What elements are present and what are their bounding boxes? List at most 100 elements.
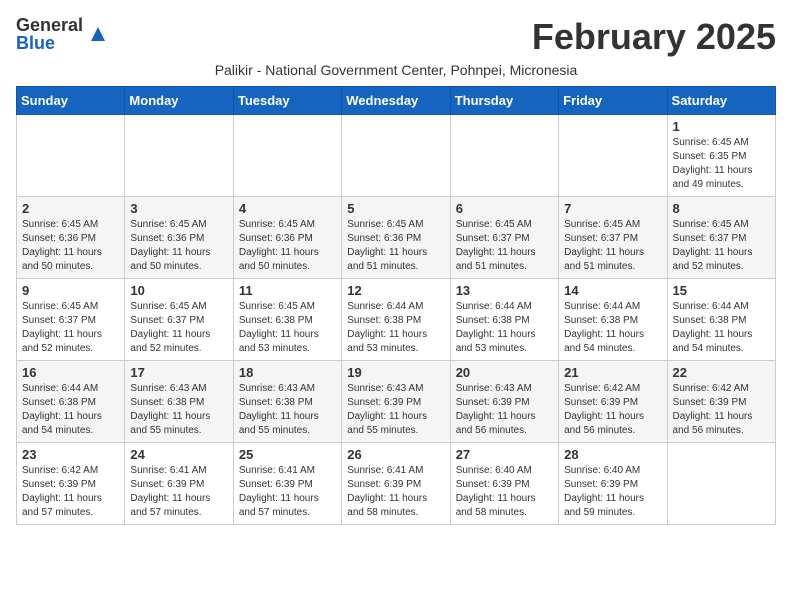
page-header: General Blue February 2025 [16,16,776,58]
calendar-cell [233,115,341,197]
calendar-cell: 21 Sunrise: 6:42 AM Sunset: 6:39 PM Dayli… [559,361,667,443]
day-number: 16 [22,365,119,380]
calendar-cell: 8 Sunrise: 6:45 AM Sunset: 6:37 PM Daylig… [667,197,775,279]
day-number: 15 [673,283,770,298]
day-info: Sunrise: 6:45 AM Sunset: 6:36 PM Dayligh… [22,218,119,274]
calendar-cell: 16 Sunrise: 6:44 AM Sunset: 6:38 PM Dayli… [17,361,125,443]
calendar-cell: 15 Sunrise: 6:44 AM Sunset: 6:38 PM Dayli… [667,279,775,361]
calendar-header-row: SundayMondayTuesdayWednesdayThursdayFrid… [17,87,776,115]
calendar-cell: 12Sunrise: 6:44 AM Sunset: 6:38 PM Dayli… [342,279,450,361]
calendar-cell [125,115,233,197]
day-number: 22 [673,365,770,380]
day-info: Sunrise: 6:45 AM Sunset: 6:36 PM Dayligh… [347,218,444,274]
day-number: 27 [456,447,553,462]
day-info: Sunrise: 6:45 AM Sunset: 6:36 PM Dayligh… [130,218,227,274]
day-info: Sunrise: 6:43 AM Sunset: 6:39 PM Dayligh… [347,382,444,438]
day-number: 8 [673,201,770,216]
calendar-cell: 19 Sunrise: 6:43 AM Sunset: 6:39 PM Dayli… [342,361,450,443]
calendar-cell [559,115,667,197]
day-number: 5 [347,201,444,216]
calendar-cell: 18Sunrise: 6:43 AM Sunset: 6:38 PM Dayli… [233,361,341,443]
day-number: 11 [239,283,336,298]
day-number: 24 [130,447,227,462]
day-number: 18 [239,365,336,380]
weekday-header-wednesday: Wednesday [342,87,450,115]
day-number: 17 [130,365,227,380]
calendar-cell: 4 Sunrise: 6:45 AM Sunset: 6:36 PM Daylig… [233,197,341,279]
day-info: Sunrise: 6:45 AM Sunset: 6:37 PM Dayligh… [456,218,553,274]
day-number: 19 [347,365,444,380]
day-info: Sunrise: 6:41 AM Sunset: 6:39 PM Dayligh… [239,464,336,520]
day-number: 7 [564,201,661,216]
weekday-header-monday: Monday [125,87,233,115]
calendar-cell: 13Sunrise: 6:44 AM Sunset: 6:38 PM Dayli… [450,279,558,361]
day-number: 4 [239,201,336,216]
day-info: Sunrise: 6:45 AM Sunset: 6:35 PM Dayligh… [673,136,770,192]
day-info: Sunrise: 6:45 AM Sunset: 6:36 PM Dayligh… [239,218,336,274]
calendar-week-row: 16 Sunrise: 6:44 AM Sunset: 6:38 PM Dayli… [17,361,776,443]
calendar-cell: 17 Sunrise: 6:43 AM Sunset: 6:38 PM Dayli… [125,361,233,443]
day-info: Sunrise: 6:45 AM Sunset: 6:37 PM Dayligh… [130,300,227,356]
day-info: Sunrise: 6:44 AM Sunset: 6:38 PM Dayligh… [456,300,553,356]
day-number: 1 [673,119,770,134]
day-number: 25 [239,447,336,462]
logo: General Blue [16,16,109,52]
calendar-cell: 23 Sunrise: 6:42 AM Sunset: 6:39 PM Dayli… [17,443,125,525]
calendar-cell: 3 Sunrise: 6:45 AM Sunset: 6:36 PM Daylig… [125,197,233,279]
logo-icon [87,23,109,45]
calendar-cell: 11Sunrise: 6:45 AM Sunset: 6:38 PM Dayli… [233,279,341,361]
calendar-cell: 28Sunrise: 6:40 AM Sunset: 6:39 PM Dayli… [559,443,667,525]
calendar-cell [17,115,125,197]
calendar-cell: 5 Sunrise: 6:45 AM Sunset: 6:36 PM Daylig… [342,197,450,279]
weekday-header-sunday: Sunday [17,87,125,115]
calendar-cell: 9 Sunrise: 6:45 AM Sunset: 6:37 PM Daylig… [17,279,125,361]
day-info: Sunrise: 6:41 AM Sunset: 6:39 PM Dayligh… [347,464,444,520]
day-number: 10 [130,283,227,298]
day-info: Sunrise: 6:45 AM Sunset: 6:37 PM Dayligh… [22,300,119,356]
calendar-cell: 20 Sunrise: 6:43 AM Sunset: 6:39 PM Dayli… [450,361,558,443]
day-number: 3 [130,201,227,216]
calendar-cell: 1 Sunrise: 6:45 AM Sunset: 6:35 PM Daylig… [667,115,775,197]
calendar-cell: 7Sunrise: 6:45 AM Sunset: 6:37 PM Daylig… [559,197,667,279]
calendar-week-row: 2 Sunrise: 6:45 AM Sunset: 6:36 PM Daylig… [17,197,776,279]
day-number: 12 [347,283,444,298]
day-number: 6 [456,201,553,216]
weekday-header-friday: Friday [559,87,667,115]
month-title: February 2025 [532,16,776,58]
calendar-cell [342,115,450,197]
calendar-cell: 6 Sunrise: 6:45 AM Sunset: 6:37 PM Daylig… [450,197,558,279]
logo-text: General Blue [16,16,83,52]
day-number: 2 [22,201,119,216]
day-number: 23 [22,447,119,462]
day-info: Sunrise: 6:40 AM Sunset: 6:39 PM Dayligh… [456,464,553,520]
day-info: Sunrise: 6:43 AM Sunset: 6:38 PM Dayligh… [130,382,227,438]
calendar-table: SundayMondayTuesdayWednesdayThursdayFrid… [16,86,776,525]
day-number: 20 [456,365,553,380]
weekday-header-thursday: Thursday [450,87,558,115]
day-info: Sunrise: 6:44 AM Sunset: 6:38 PM Dayligh… [22,382,119,438]
calendar-cell [667,443,775,525]
day-info: Sunrise: 6:40 AM Sunset: 6:39 PM Dayligh… [564,464,661,520]
calendar-week-row: 9 Sunrise: 6:45 AM Sunset: 6:37 PM Daylig… [17,279,776,361]
day-info: Sunrise: 6:41 AM Sunset: 6:39 PM Dayligh… [130,464,227,520]
day-number: 21 [564,365,661,380]
weekday-header-tuesday: Tuesday [233,87,341,115]
day-number: 9 [22,283,119,298]
calendar-cell: 22 Sunrise: 6:42 AM Sunset: 6:39 PM Dayli… [667,361,775,443]
day-info: Sunrise: 6:45 AM Sunset: 6:37 PM Dayligh… [673,218,770,274]
calendar-cell [450,115,558,197]
day-info: Sunrise: 6:42 AM Sunset: 6:39 PM Dayligh… [564,382,661,438]
calendar-cell: 24 Sunrise: 6:41 AM Sunset: 6:39 PM Dayli… [125,443,233,525]
day-info: Sunrise: 6:42 AM Sunset: 6:39 PM Dayligh… [673,382,770,438]
day-info: Sunrise: 6:44 AM Sunset: 6:38 PM Dayligh… [564,300,661,356]
day-number: 14 [564,283,661,298]
calendar-cell: 25 Sunrise: 6:41 AM Sunset: 6:39 PM Dayli… [233,443,341,525]
calendar-cell: 27 Sunrise: 6:40 AM Sunset: 6:39 PM Dayli… [450,443,558,525]
day-info: Sunrise: 6:44 AM Sunset: 6:38 PM Dayligh… [673,300,770,356]
day-info: Sunrise: 6:43 AM Sunset: 6:39 PM Dayligh… [456,382,553,438]
day-info: Sunrise: 6:42 AM Sunset: 6:39 PM Dayligh… [22,464,119,520]
weekday-header-saturday: Saturday [667,87,775,115]
location-title: Palikir - National Government Center, Po… [16,62,776,78]
calendar-cell: 10 Sunrise: 6:45 AM Sunset: 6:37 PM Dayli… [125,279,233,361]
day-number: 26 [347,447,444,462]
